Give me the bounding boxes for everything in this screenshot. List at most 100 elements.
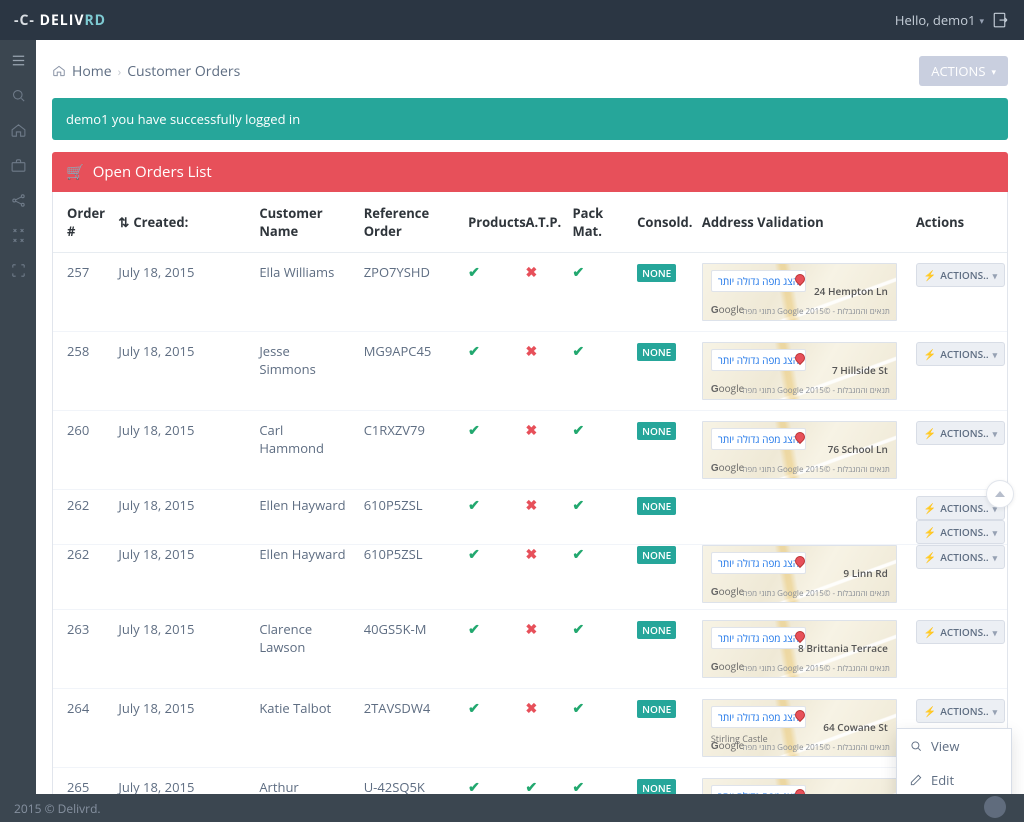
cell-reference: ZPO7YSHD	[356, 253, 460, 332]
cell-atp: ✔	[517, 768, 564, 795]
footer-fab[interactable]	[984, 796, 1006, 818]
map-copyright: תנאים והמגבלות - ©2015 Google נתוני מפה	[742, 306, 890, 317]
check-icon: ✔	[468, 342, 480, 361]
cell-order: 260	[53, 411, 110, 490]
map-tooltip[interactable]: הצג מפה גדולה יותר	[711, 552, 806, 574]
col-actions[interactable]: Actions	[908, 192, 1007, 253]
page-content: Home › Customer Orders ACTIONS ▾ demo1 y…	[36, 40, 1024, 794]
row-actions-button[interactable]: ⚡ACTIONS..▾	[916, 520, 1005, 544]
map-google-label: Google	[711, 381, 744, 395]
cell-actions: ⚡ACTIONS..▾	[908, 332, 1007, 411]
brand-part2: RD	[84, 11, 106, 30]
map-thumbnail[interactable]: הצג מפה גדולה יותר 9 Linn Rd Google ©201…	[702, 778, 897, 794]
bolt-icon: ⚡	[924, 625, 936, 639]
dropdown-edit[interactable]: Edit	[897, 763, 1011, 794]
scroll-top-button[interactable]	[986, 480, 1014, 508]
cell-reference: U-42SQ5K	[356, 768, 460, 795]
cross-icon: ✖	[525, 263, 537, 282]
check-icon: ✔	[572, 620, 584, 639]
row-actions-button[interactable]: ⚡ACTIONS..▾	[916, 421, 1005, 445]
search-icon[interactable]	[10, 87, 27, 104]
briefcase-icon[interactable]	[10, 157, 27, 174]
map-street-label: 9 Linn Rd	[843, 566, 887, 580]
map-thumbnail[interactable]: הצג מפה גדולה יותר 24 Hempton Ln Google …	[702, 263, 897, 321]
col-order[interactable]: Order #	[53, 192, 110, 253]
badge-none: NONE	[637, 779, 676, 794]
cell-customer: Ellen Hayward	[251, 545, 355, 610]
cell-order: 258	[53, 332, 110, 411]
breadcrumb-home[interactable]: Home	[72, 62, 112, 81]
cell-products: ✔	[460, 768, 517, 795]
menu-icon[interactable]	[10, 52, 27, 69]
cell-order: 262	[53, 545, 110, 610]
map-thumbnail[interactable]: הצג מפה גדולה יותר 64 Cowane St Stirling…	[702, 699, 897, 757]
map-tooltip[interactable]: הצג מפה גדולה יותר	[711, 627, 806, 649]
map-thumbnail[interactable]: הצג מפה גדולה יותר 76 School Ln Google ת…	[702, 421, 897, 479]
cell-atp: ✖	[517, 490, 564, 545]
map-copyright: תנאים והמגבלות - ©2015 Google נתוני מפה	[742, 588, 890, 599]
col-products[interactable]: Products	[460, 192, 517, 253]
check-icon: ✔	[572, 778, 584, 794]
col-packmat[interactable]: Pack Mat.	[564, 192, 629, 253]
chevron-down-icon: ▾	[979, 14, 984, 27]
chevron-right-icon: ›	[118, 63, 122, 80]
row-actions-button[interactable]: ⚡ACTIONS..▾	[916, 620, 1005, 644]
check-icon: ✔	[525, 778, 537, 794]
col-consold[interactable]: Consold.	[629, 192, 694, 253]
badge-none: NONE	[637, 546, 676, 564]
share-icon[interactable]	[10, 192, 27, 209]
row-actions-button[interactable]: ⚡ACTIONS..▾	[916, 545, 1005, 569]
logout-icon[interactable]	[992, 11, 1010, 29]
cell-consold: NONE	[629, 411, 694, 490]
map-tooltip[interactable]: הצג מפה גדולה יותר	[711, 706, 806, 728]
check-icon: ✔	[468, 620, 480, 639]
cell-address	[694, 490, 908, 545]
badge-none: NONE	[637, 700, 676, 718]
col-atp[interactable]: A.T.P.	[517, 192, 564, 253]
map-thumbnail[interactable]: הצג מפה גדולה יותר 7 Hillside St Google …	[702, 342, 897, 400]
home-icon[interactable]	[52, 64, 66, 78]
map-tooltip[interactable]: הצג מפה גדולה יותר	[711, 785, 806, 794]
map-tooltip[interactable]: הצג מפה גדולה יותר	[711, 349, 806, 371]
cell-products: ✔	[460, 689, 517, 768]
cell-packmat: ✔	[564, 332, 629, 411]
map-google-label: Google	[711, 738, 744, 752]
map-thumbnail[interactable]: הצג מפה גדולה יותר 9 Linn Rd Google תנאי…	[702, 545, 897, 603]
map-tooltip[interactable]: הצג מפה גדולה יותר	[711, 270, 806, 292]
footer-text: 2015 © Delivrd.	[14, 800, 101, 817]
col-created[interactable]: ⇅Created:	[110, 192, 251, 253]
col-reference[interactable]: Reference Order	[356, 192, 460, 253]
brand-logo[interactable]: -C- DELIVRD	[14, 11, 106, 30]
map-street-label: 24 Hempton Ln	[814, 284, 888, 298]
chevron-down-icon: ▾	[993, 705, 998, 718]
row-actions-button[interactable]: ⚡ACTIONS..▾	[916, 263, 1005, 287]
chevron-down-icon: ▾	[993, 551, 998, 564]
cross-icon: ✖	[525, 496, 537, 515]
sidebar	[0, 40, 36, 822]
col-address[interactable]: Address Validation	[694, 192, 908, 253]
badge-none: NONE	[637, 264, 676, 282]
cell-reference: 610P5ZSL	[356, 490, 460, 545]
arrow-up-icon	[995, 491, 1005, 497]
cell-order: 265	[53, 768, 110, 795]
cell-products: ✔	[460, 610, 517, 689]
cell-address: הצג מפה גדולה יותר 9 Linn Rd Google ©201…	[694, 768, 908, 795]
dropdown-view[interactable]: View	[897, 729, 1011, 763]
collapse-icon[interactable]	[10, 227, 27, 244]
map-thumbnail[interactable]: הצג מפה גדולה יותר 8 Brittania Terrace G…	[702, 620, 897, 678]
expand-icon[interactable]	[10, 262, 27, 279]
cell-consold: NONE	[629, 689, 694, 768]
panel-header: 🛒 Open Orders List	[52, 152, 1008, 192]
greeting-text: Hello, demo1	[895, 11, 976, 29]
row-actions-button[interactable]: ⚡ACTIONS..▾	[916, 342, 1005, 366]
breadcrumb: Home › Customer Orders	[52, 62, 911, 81]
cell-created: July 18, 2015	[110, 610, 251, 689]
chevron-down-icon: ▾	[993, 269, 998, 282]
user-greeting[interactable]: Hello, demo1 ▾	[895, 11, 984, 29]
map-tooltip[interactable]: הצג מפה גדולה יותר	[711, 428, 806, 450]
page-actions-button[interactable]: ACTIONS ▾	[919, 56, 1008, 86]
col-customer[interactable]: Customer Name	[251, 192, 355, 253]
home-icon[interactable]	[10, 122, 27, 139]
row-actions-button[interactable]: ⚡ACTIONS..▾	[916, 699, 1005, 723]
cross-icon: ✖	[525, 620, 537, 639]
